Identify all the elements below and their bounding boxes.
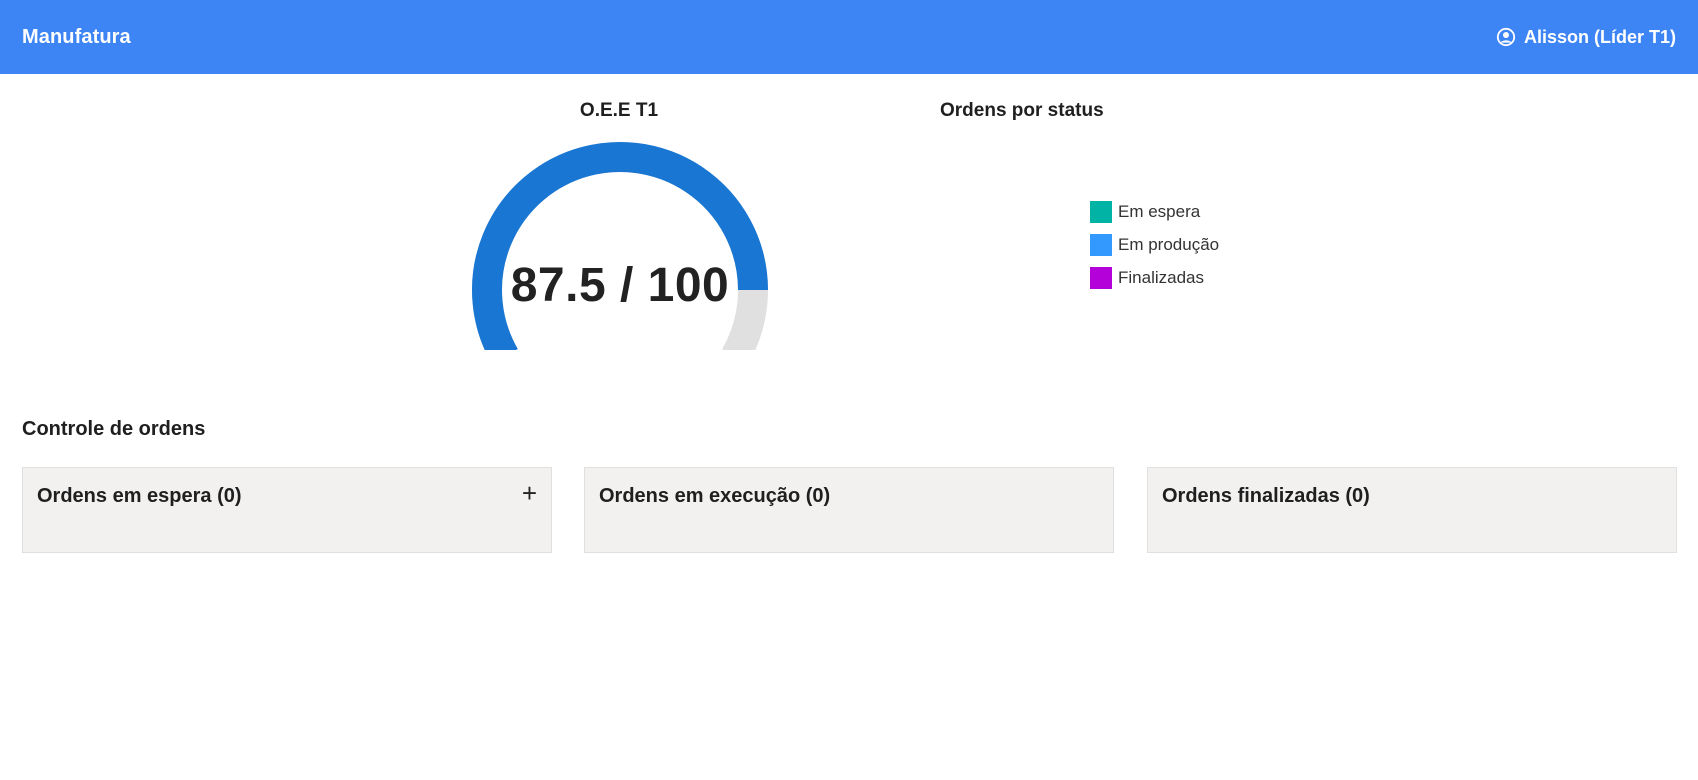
status-legend: Em espera Em produção Finalizadas xyxy=(1090,195,1219,294)
legend-swatch xyxy=(1090,200,1112,223)
card-orders-finished: Ordens finalizadas (0) xyxy=(1147,467,1677,553)
app-title[interactable]: Manufatura xyxy=(22,26,131,49)
card-title: Ordens em execução (0) xyxy=(599,485,831,507)
legend-item-em-producao[interactable]: Em produção xyxy=(1090,228,1219,261)
legend-item-em-espera[interactable]: Em espera xyxy=(1090,195,1219,228)
card-title: Ordens em espera (0) xyxy=(37,485,242,507)
order-cards: Ordens em espera (0) + Ordens em execuçã… xyxy=(22,467,1677,553)
order-control-title: Controle de ordens xyxy=(22,418,206,440)
orders-by-status-title: Ordens por status xyxy=(940,100,1104,121)
card-orders-running: Ordens em execução (0) xyxy=(584,467,1114,553)
user-circle-icon xyxy=(1496,27,1516,47)
oee-title: O.E.E T1 xyxy=(579,100,659,121)
oee-gauge: 87.5 / 100 xyxy=(460,130,780,350)
add-order-button[interactable]: + xyxy=(522,480,537,506)
user-name: Alisson (Líder T1) xyxy=(1523,26,1676,47)
top-app-bar: Manufatura Alisson (Líder T1) xyxy=(0,0,1698,74)
oee-value: 87.5 / 100 xyxy=(510,259,730,312)
legend-swatch xyxy=(1090,266,1112,289)
legend-swatch xyxy=(1090,233,1112,256)
legend-label: Em espera xyxy=(1118,201,1201,221)
card-orders-waiting: Ordens em espera (0) + xyxy=(22,467,552,553)
legend-label: Finalizadas xyxy=(1118,267,1204,287)
card-title: Ordens finalizadas (0) xyxy=(1162,485,1370,507)
user-menu[interactable]: Alisson (Líder T1) xyxy=(1496,27,1676,48)
legend-label: Em produção xyxy=(1118,234,1220,254)
legend-item-finalizadas[interactable]: Finalizadas xyxy=(1090,261,1219,294)
gauge-fill xyxy=(472,142,768,350)
